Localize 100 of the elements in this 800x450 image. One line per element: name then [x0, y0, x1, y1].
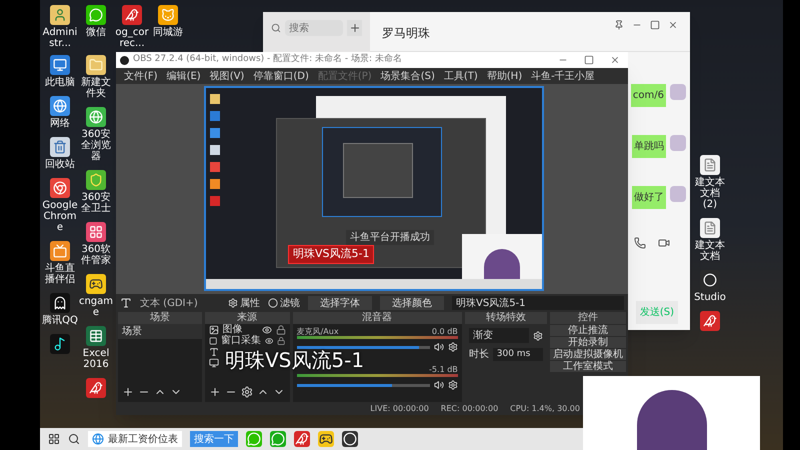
add-icon[interactable] — [208, 386, 221, 398]
shortcut-label: 微信 — [86, 27, 106, 38]
shortcut-label: 回收站 — [45, 159, 75, 170]
chat-icon — [86, 5, 106, 25]
text-input-field[interactable]: 明珠VS风流5-1 — [452, 296, 624, 310]
speaker-icon[interactable] — [434, 342, 444, 352]
desktop-shortcut[interactable] — [50, 55, 70, 75]
desktop-shortcut[interactable] — [700, 311, 720, 331]
desktop-shortcut[interactable] — [122, 5, 142, 25]
add-button[interactable] — [347, 20, 362, 36]
menu-item[interactable]: 帮助(H) — [486, 68, 522, 84]
maximize-icon[interactable] — [650, 20, 660, 30]
speaker-icon[interactable] — [434, 380, 444, 390]
desktop-shortcut[interactable] — [86, 326, 106, 346]
avatar — [670, 135, 686, 151]
control-button[interactable]: 工作室模式 — [550, 361, 626, 372]
source-type-label: 文本 (GDI+) — [140, 296, 199, 310]
dock-header: 转场特效 — [464, 312, 548, 324]
wechat-icon — [270, 431, 286, 447]
filters-button[interactable]: 滤镜 — [268, 296, 300, 310]
preview-caption: 明珠VS风流5-1 — [288, 245, 374, 264]
search-icon[interactable] — [68, 433, 80, 445]
lock-icon[interactable] — [277, 336, 286, 346]
stream-text-overlay: 明珠VS风流5-1 — [225, 350, 364, 370]
bird-icon — [700, 311, 720, 331]
source-type-icon — [208, 336, 217, 346]
menu-item[interactable]: 文件(F) — [124, 68, 158, 84]
maximize-icon[interactable] — [584, 55, 594, 65]
desktop-shortcut[interactable] — [86, 222, 106, 242]
menu-item[interactable]: 工具(T) — [444, 68, 478, 84]
duration-label: 时长 — [468, 348, 489, 362]
duration-field[interactable]: 300 ms — [492, 348, 544, 362]
select-font-button[interactable]: 选择字体 — [308, 296, 372, 310]
menu-item[interactable]: 停靠窗口(D) — [253, 68, 309, 84]
control-button[interactable]: 开始录制 — [550, 337, 626, 348]
desktop-shortcut[interactable] — [50, 334, 70, 354]
track-reading: 0.0 dB — [432, 326, 458, 336]
shortcut-label: 360安全卫士 — [80, 192, 112, 214]
trash-icon — [50, 137, 70, 157]
start-icon[interactable] — [48, 433, 60, 445]
search-field[interactable]: 搜索 — [285, 20, 343, 36]
visibility-icon[interactable] — [262, 324, 272, 334]
chat-title: 罗马明珠 — [382, 25, 430, 42]
source-type-icon — [208, 358, 219, 368]
shortcut-label: 360安全浏览器 — [80, 129, 112, 162]
settings-icon[interactable] — [448, 380, 458, 390]
control-button[interactable]: 停止推流 — [550, 325, 626, 336]
video-icon[interactable] — [658, 237, 670, 249]
desktop-shortcut[interactable] — [50, 178, 70, 198]
add-icon[interactable] — [122, 386, 134, 398]
dock-header: 来源 — [204, 312, 290, 324]
shortcut-label: Excel 2016 — [82, 348, 110, 370]
search-icon — [271, 23, 281, 33]
close-icon[interactable] — [668, 20, 678, 30]
menu-item[interactable]: 斗鱼-千王小屋 — [531, 68, 595, 84]
plus-icon — [348, 22, 360, 34]
network-icon — [50, 96, 70, 116]
menu-item[interactable]: 场景集合(S) — [380, 68, 435, 84]
menu-item[interactable]: 视图(V) — [210, 68, 244, 84]
volume-track[interactable] — [296, 384, 430, 386]
user-folder-icon — [50, 5, 70, 25]
close-icon[interactable] — [610, 55, 620, 65]
settings-icon[interactable] — [448, 342, 458, 352]
select-color-button[interactable]: 选择颜色 — [380, 296, 444, 310]
avatar — [670, 84, 686, 100]
chrome-icon — [50, 178, 70, 198]
menu-item[interactable]: 编辑(E) — [166, 68, 201, 84]
visibility-icon[interactable] — [264, 336, 274, 346]
scene-item[interactable]: 场景 — [118, 324, 202, 339]
shortcut-label: 建文本文档 — [694, 240, 726, 262]
source-item[interactable]: 窗口采集 — [220, 335, 261, 346]
computer-icon — [50, 55, 70, 75]
browser-icon — [86, 107, 106, 127]
shortcut-label: 同城游 — [153, 27, 183, 38]
control-button[interactable]: 启动虚拟摄像机 — [550, 349, 626, 360]
shortcut-label: Studio — [694, 292, 726, 303]
transition-select[interactable]: 渐变 — [468, 328, 530, 343]
live-status: LIVE: 00:00:00 — [370, 402, 429, 414]
source-item[interactable]: 图像 — [222, 324, 258, 335]
phone-icon[interactable] — [634, 237, 646, 249]
settings-icon[interactable] — [240, 386, 253, 398]
chat-bubble: com/6 — [630, 84, 666, 107]
shortcut-label: 新建文件夹 — [80, 77, 112, 99]
shortcut-label: 斗鱼直播伴侣 — [44, 263, 76, 285]
browser-icon — [92, 433, 104, 445]
source-type-icon — [208, 346, 219, 356]
shortcut-label: cngame — [78, 296, 114, 318]
shortcut-label: Administr... — [42, 27, 78, 49]
notification-text: 斗鱼平台开播成功 — [346, 230, 434, 245]
properties-button[interactable]: 属性 — [228, 296, 260, 310]
pin-icon[interactable] — [614, 20, 624, 30]
lock-icon[interactable] — [276, 324, 286, 334]
cat-icon — [158, 5, 178, 25]
shortcut-label: 此电脑 — [45, 77, 75, 88]
settings-icon[interactable] — [533, 330, 544, 340]
taskbar-search-field[interactable]: 最新工资价位表 — [88, 431, 182, 447]
desktop-shortcut[interactable] — [86, 378, 106, 398]
shortcut-label: 建文本文档 (2) — [694, 177, 726, 210]
rec-status: REC: 00:00:00 — [440, 402, 498, 414]
dock-header: 控件 — [550, 312, 626, 324]
